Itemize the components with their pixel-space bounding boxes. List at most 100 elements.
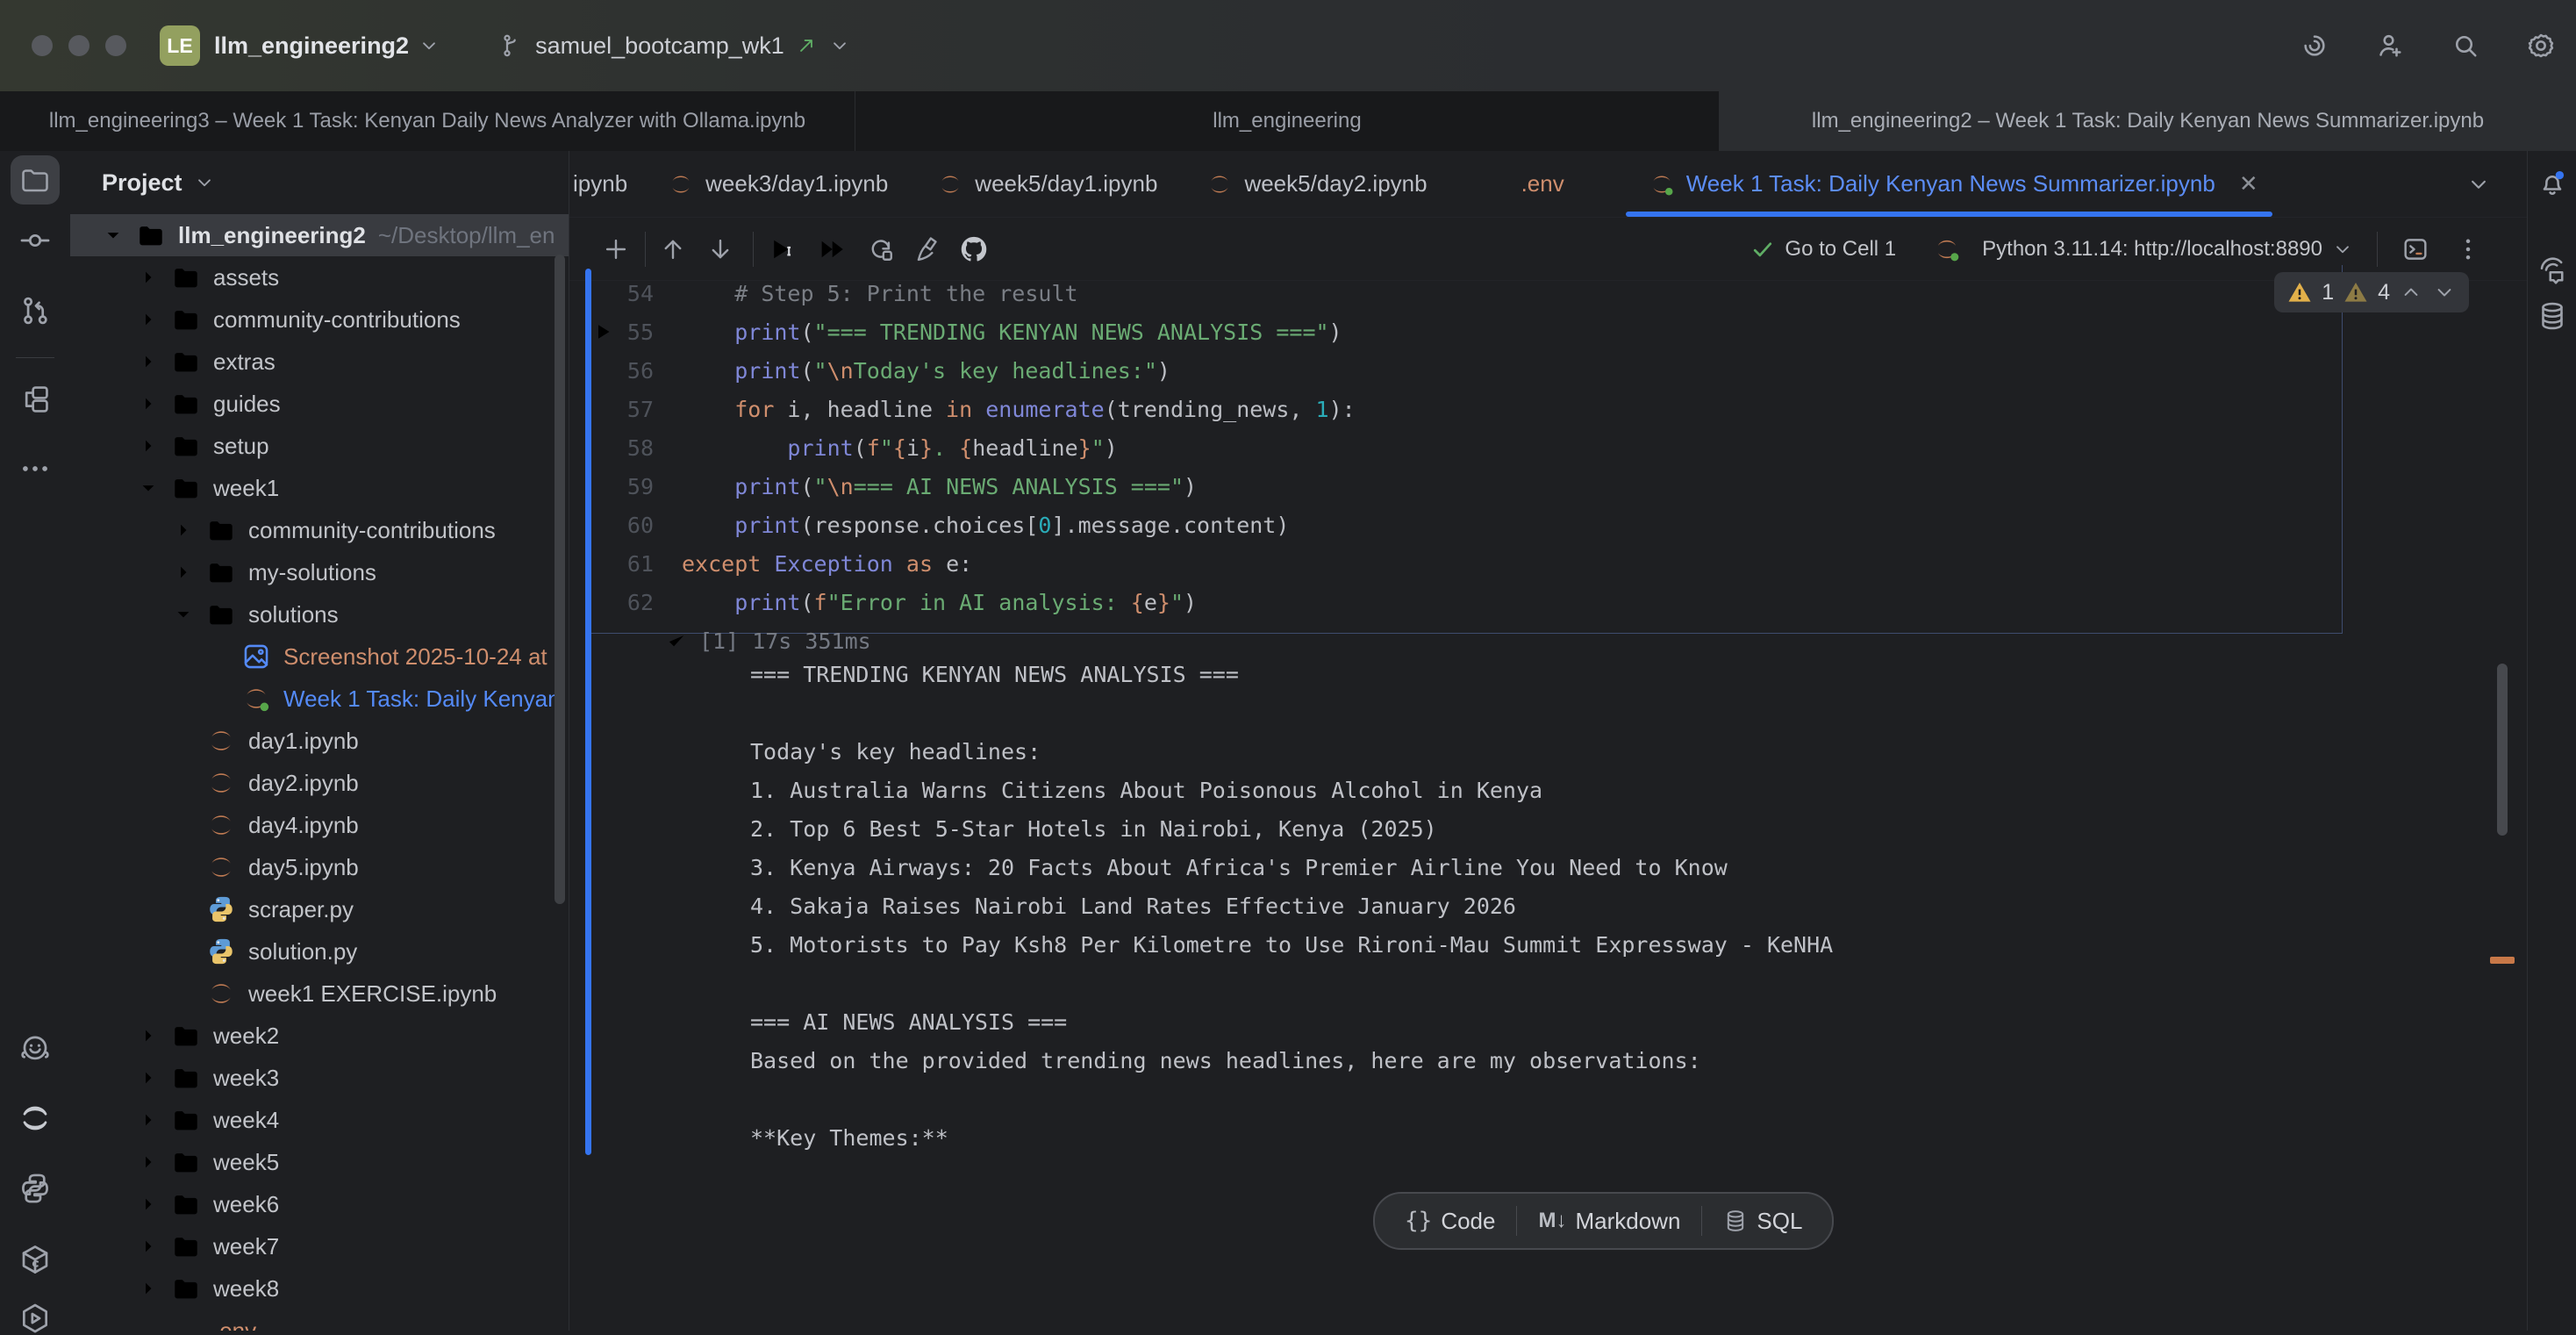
tree-row[interactable]: week1 xyxy=(70,467,569,509)
tree-row[interactable]: solutions xyxy=(70,593,569,635)
tree-row[interactable]: solution.py xyxy=(70,930,569,973)
python-console-tool-button[interactable] xyxy=(18,1172,52,1205)
services-tool-button[interactable] xyxy=(18,1302,52,1335)
chevron-right-icon[interactable] xyxy=(171,559,206,585)
project-panel-header[interactable]: Project xyxy=(70,151,569,214)
tree-row[interactable]: week3 xyxy=(70,1057,569,1099)
code-cell[interactable]: 54 # Step 5: Print the result55 print("=… xyxy=(569,274,2474,660)
python-packages-tool-button[interactable] xyxy=(18,1243,52,1276)
tree-row[interactable]: day4.ipynb xyxy=(70,804,569,846)
tree-row[interactable]: assets xyxy=(70,256,569,298)
jupyter-console-icon[interactable] xyxy=(2401,234,2430,264)
tree-row[interactable]: day5.ipynb xyxy=(70,846,569,888)
chevron-right-icon[interactable] xyxy=(136,1065,171,1091)
tree-row[interactable]: week8 xyxy=(70,1267,569,1310)
inspections-widget[interactable]: 1 4 xyxy=(2274,272,2469,312)
chevron-right-icon[interactable] xyxy=(136,348,171,375)
chevron-right-icon[interactable] xyxy=(136,1275,171,1302)
jupyter-tool-button[interactable] xyxy=(18,1102,52,1135)
code-line[interactable]: 60 print(response.choices[0].message.con… xyxy=(569,506,2474,544)
tree-row[interactable]: day2.ipynb xyxy=(70,762,569,804)
editor-tab[interactable]: ipynb xyxy=(573,151,627,217)
code-line[interactable]: 57 for i, headline in enumerate(trending… xyxy=(569,390,2474,428)
tree-row[interactable]: week2 xyxy=(70,1015,569,1057)
tree-row[interactable]: setup xyxy=(70,425,569,467)
github-icon[interactable] xyxy=(959,234,989,264)
move-cell-up-icon[interactable] xyxy=(658,234,688,264)
chevron-right-icon[interactable] xyxy=(136,1107,171,1133)
settings-gear-icon[interactable] xyxy=(2525,30,2557,61)
add-markdown-cell-button[interactable]: M↓ Markdown xyxy=(1517,1194,1701,1248)
chevron-down-icon[interactable] xyxy=(101,222,136,248)
ai-assistant-icon[interactable] xyxy=(2299,30,2330,61)
tree-row[interactable]: week7 xyxy=(70,1225,569,1267)
code-line[interactable]: 56 print("\nToday's key headlines:") xyxy=(569,351,2474,390)
maximize-window-icon[interactable] xyxy=(105,35,126,56)
code-line[interactable]: 62 print(f"Error in AI analysis: {e}") xyxy=(569,583,2474,621)
tree-row[interactable]: week1 EXERCISE.ipynb xyxy=(70,973,569,1015)
chevron-right-icon[interactable] xyxy=(136,264,171,291)
project-avatar[interactable]: LE xyxy=(160,25,200,66)
commit-tool-button[interactable] xyxy=(18,224,52,257)
chevron-down-icon[interactable] xyxy=(136,475,171,501)
close-tab-icon[interactable]: ✕ xyxy=(2239,170,2258,197)
chevron-down-icon[interactable] xyxy=(171,601,206,628)
kernel-selector[interactable]: Python 3.11.14: http://localhost:8890 xyxy=(1933,235,2354,263)
tree-row[interactable]: week5 xyxy=(70,1141,569,1183)
add-code-cell-button[interactable]: {} Code xyxy=(1384,1194,1516,1248)
tree-row[interactable]: guides xyxy=(70,383,569,425)
pull-requests-tool-button[interactable] xyxy=(18,294,52,327)
database-tool-button[interactable] xyxy=(2537,300,2568,332)
tree-row[interactable]: scraper.py xyxy=(70,888,569,930)
window-controls[interactable] xyxy=(32,35,126,56)
tree-row[interactable]: community-contributions xyxy=(70,298,569,341)
editor-tab[interactable]: .env xyxy=(1484,151,1564,217)
structure-tool-button[interactable] xyxy=(18,383,52,416)
chevron-right-icon[interactable] xyxy=(136,1233,171,1260)
chevron-right-icon[interactable] xyxy=(136,433,171,459)
window-tab[interactable]: llm_engineering3 – Week 1 Task: Kenyan D… xyxy=(0,91,855,151)
search-icon[interactable] xyxy=(2450,30,2481,61)
code-line[interactable]: 55 print("=== TRENDING KENYAN NEWS ANALY… xyxy=(569,312,2474,351)
add-sql-cell-button[interactable]: SQL xyxy=(1702,1194,1823,1248)
chevron-right-icon[interactable] xyxy=(136,1023,171,1049)
window-tab[interactable]: llm_engineering xyxy=(855,91,1720,151)
chevron-right-icon[interactable] xyxy=(136,306,171,333)
minimize-window-icon[interactable] xyxy=(68,35,89,56)
tree-row[interactable]: week6 xyxy=(70,1183,569,1225)
clear-outputs-icon[interactable] xyxy=(913,234,943,264)
kebab-menu-icon[interactable] xyxy=(2453,234,2483,264)
add-cell-icon[interactable] xyxy=(601,234,631,264)
project-tool-button[interactable] xyxy=(11,155,60,205)
editor-tab[interactable]: Week 1 Task: Daily Kenyan News Summarize… xyxy=(1649,151,2258,217)
chevron-right-icon[interactable] xyxy=(171,517,206,543)
window-tab[interactable]: llm_engineering2 – Week 1 Task: Daily Ke… xyxy=(1720,91,2576,151)
prev-problem-icon[interactable] xyxy=(2399,280,2423,305)
run-cell-icon[interactable] xyxy=(766,234,796,264)
ai-chat-tool-button[interactable] xyxy=(2537,255,2568,286)
code-line[interactable]: 61except Exception as e: xyxy=(569,544,2474,583)
tree-row[interactable]: Week 1 Task: Daily Kenyan xyxy=(70,678,569,720)
add-user-icon[interactable] xyxy=(2374,30,2406,61)
next-problem-icon[interactable] xyxy=(2432,280,2457,305)
code-line[interactable]: 58 print(f"{i}. {headline}") xyxy=(569,428,2474,467)
tree-row[interactable]: community-contributions xyxy=(70,509,569,551)
restart-kernel-icon[interactable] xyxy=(866,234,896,264)
go-to-cell-button[interactable]: Go to Cell 1 xyxy=(1785,237,1896,262)
tab-list-chevron-icon[interactable] xyxy=(2465,171,2492,197)
project-switcher[interactable]: llm_engineering2 xyxy=(214,32,440,60)
tree-row[interactable]: llm_engineering2~/Desktop/llm_en xyxy=(70,214,569,256)
code-line[interactable]: 59 print("\n=== AI NEWS ANALYSIS ===") xyxy=(569,467,2474,506)
tree-row[interactable]: extras xyxy=(70,341,569,383)
editor-scrollbar-thumb[interactable] xyxy=(2497,664,2508,836)
editor-tab[interactable]: week3/day1.ipynb xyxy=(668,151,888,217)
close-window-icon[interactable] xyxy=(32,35,53,56)
more-tools-button[interactable] xyxy=(18,452,52,485)
code-line[interactable]: 54 # Step 5: Print the result xyxy=(569,274,2474,312)
run-all-cells-icon[interactable] xyxy=(817,234,847,264)
chevron-right-icon[interactable] xyxy=(136,1149,171,1175)
project-tree-scrollbar[interactable] xyxy=(555,255,565,904)
chevron-right-icon[interactable] xyxy=(136,391,171,417)
tree-row[interactable]: day1.ipynb xyxy=(70,720,569,762)
editor-tab[interactable]: week5/day2.ipynb xyxy=(1206,151,1427,217)
